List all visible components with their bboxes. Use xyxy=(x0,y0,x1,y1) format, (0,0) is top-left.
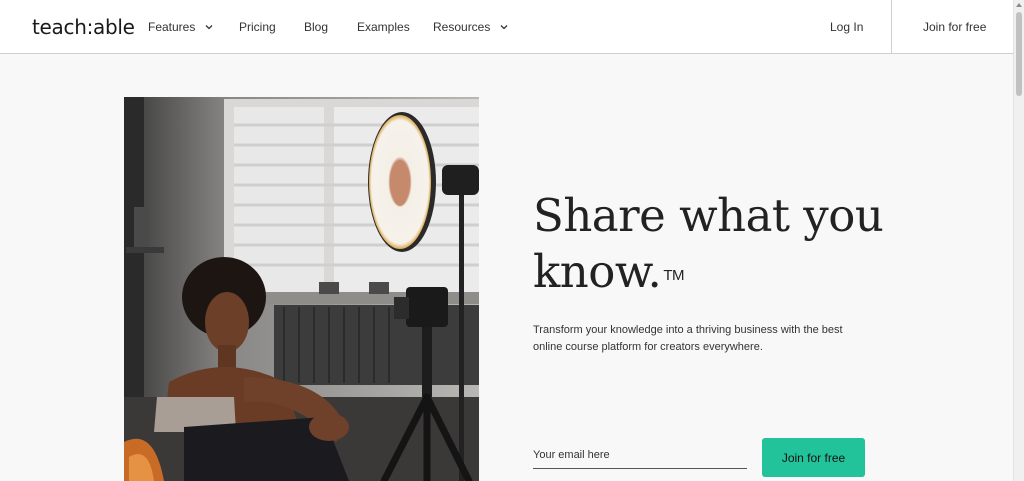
headline-line-2-text: know. xyxy=(533,245,662,298)
email-input[interactable] xyxy=(533,442,747,469)
nav-item-features[interactable]: Features xyxy=(148,20,214,34)
join-nav-button[interactable]: Join for free xyxy=(923,20,986,34)
nav-item-examples[interactable]: Examples xyxy=(357,20,410,34)
nav-item-label: Pricing xyxy=(239,20,276,34)
chevron-down-icon xyxy=(499,22,509,32)
nav-item-label: Features xyxy=(148,20,196,34)
hero-subtext: Transform your knowledge into a thriving… xyxy=(533,324,843,353)
scrollbar[interactable] xyxy=(1013,0,1024,481)
scroll-thumb[interactable] xyxy=(1016,12,1022,96)
scroll-up-arrow-icon[interactable] xyxy=(1016,3,1022,7)
chevron-down-icon xyxy=(204,22,214,32)
logo[interactable]: teach:able xyxy=(32,15,135,39)
nav-divider xyxy=(891,0,892,53)
nav-item-blog[interactable]: Blog xyxy=(304,20,328,34)
login-link[interactable]: Log In xyxy=(830,20,863,34)
join-for-free-button[interactable]: Join for free xyxy=(762,438,865,477)
nav-item-label: Resources xyxy=(433,20,491,34)
nav-item-label: Examples xyxy=(357,20,410,34)
nav-item-pricing[interactable]: Pricing xyxy=(239,20,276,34)
nav-item-label: Blog xyxy=(304,20,329,34)
hero-headline: Share what you know. TM xyxy=(533,188,893,300)
headline-line-1: Share what you xyxy=(533,189,884,242)
headline-line-2: know. TM xyxy=(533,244,893,300)
trademark-mark: TM xyxy=(663,267,684,284)
nav-item-resources[interactable]: Resources xyxy=(433,20,509,34)
hero-image xyxy=(124,97,479,481)
top-nav: teach:able Features Pricing Blog Example… xyxy=(0,0,1013,54)
